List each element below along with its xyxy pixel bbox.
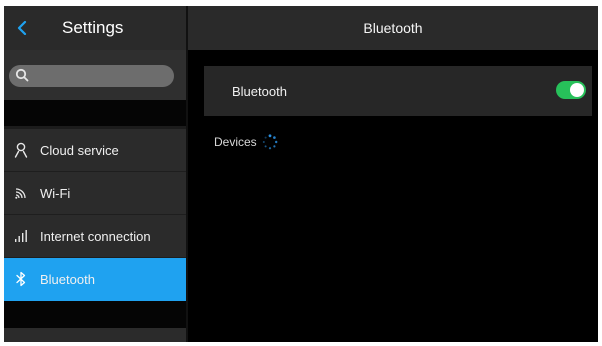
search-input[interactable] (9, 65, 174, 87)
person-icon (12, 141, 30, 159)
sidebar-spacer (4, 100, 186, 126)
signal-bars-icon (12, 227, 30, 245)
sidebar-item-partial[interactable] (4, 328, 186, 342)
sidebar-title: Settings (62, 18, 124, 37)
sidebar-item-label: Bluetooth (40, 272, 95, 287)
sidebar-item-cloud-service[interactable]: Cloud service (4, 129, 186, 172)
devices-label: Devices (214, 135, 257, 149)
sidebar-item-wifi[interactable]: Wi-Fi (4, 172, 186, 215)
sidebar-item-bluetooth[interactable]: Bluetooth (4, 258, 186, 301)
sidebar-item-label: Internet connection (40, 229, 151, 244)
bluetooth-toggle[interactable] (556, 81, 586, 99)
wifi-icon (12, 184, 30, 202)
main-header: Bluetooth (188, 6, 598, 50)
chevron-left-icon (17, 21, 27, 35)
bluetooth-setting-label: Bluetooth (232, 84, 287, 99)
sidebar-item-label: Wi-Fi (40, 186, 71, 201)
loading-spinner-icon (262, 134, 278, 150)
settings-screen: Settings Cloud service Wi-Fi Internet co… (4, 6, 598, 342)
search-icon (15, 68, 29, 82)
sidebar-item-internet-connection[interactable]: Internet connection (4, 215, 186, 258)
sidebar-spacer (4, 301, 186, 328)
search-area (4, 50, 186, 100)
back-button[interactable] (10, 14, 34, 42)
sidebar: Settings Cloud service Wi-Fi Internet co… (4, 6, 186, 342)
page-title: Bluetooth (363, 20, 423, 36)
devices-section: Devices (214, 134, 278, 150)
main-panel: Bluetooth Bluetooth Devices (188, 6, 598, 342)
sidebar-header: Settings (4, 6, 186, 50)
bluetooth-setting-row: Bluetooth (204, 66, 592, 116)
sidebar-menu: Cloud service Wi-Fi Internet connection … (4, 129, 186, 301)
bluetooth-icon (12, 270, 30, 288)
sidebar-item-label: Cloud service (40, 143, 119, 158)
toggle-knob (570, 83, 584, 97)
